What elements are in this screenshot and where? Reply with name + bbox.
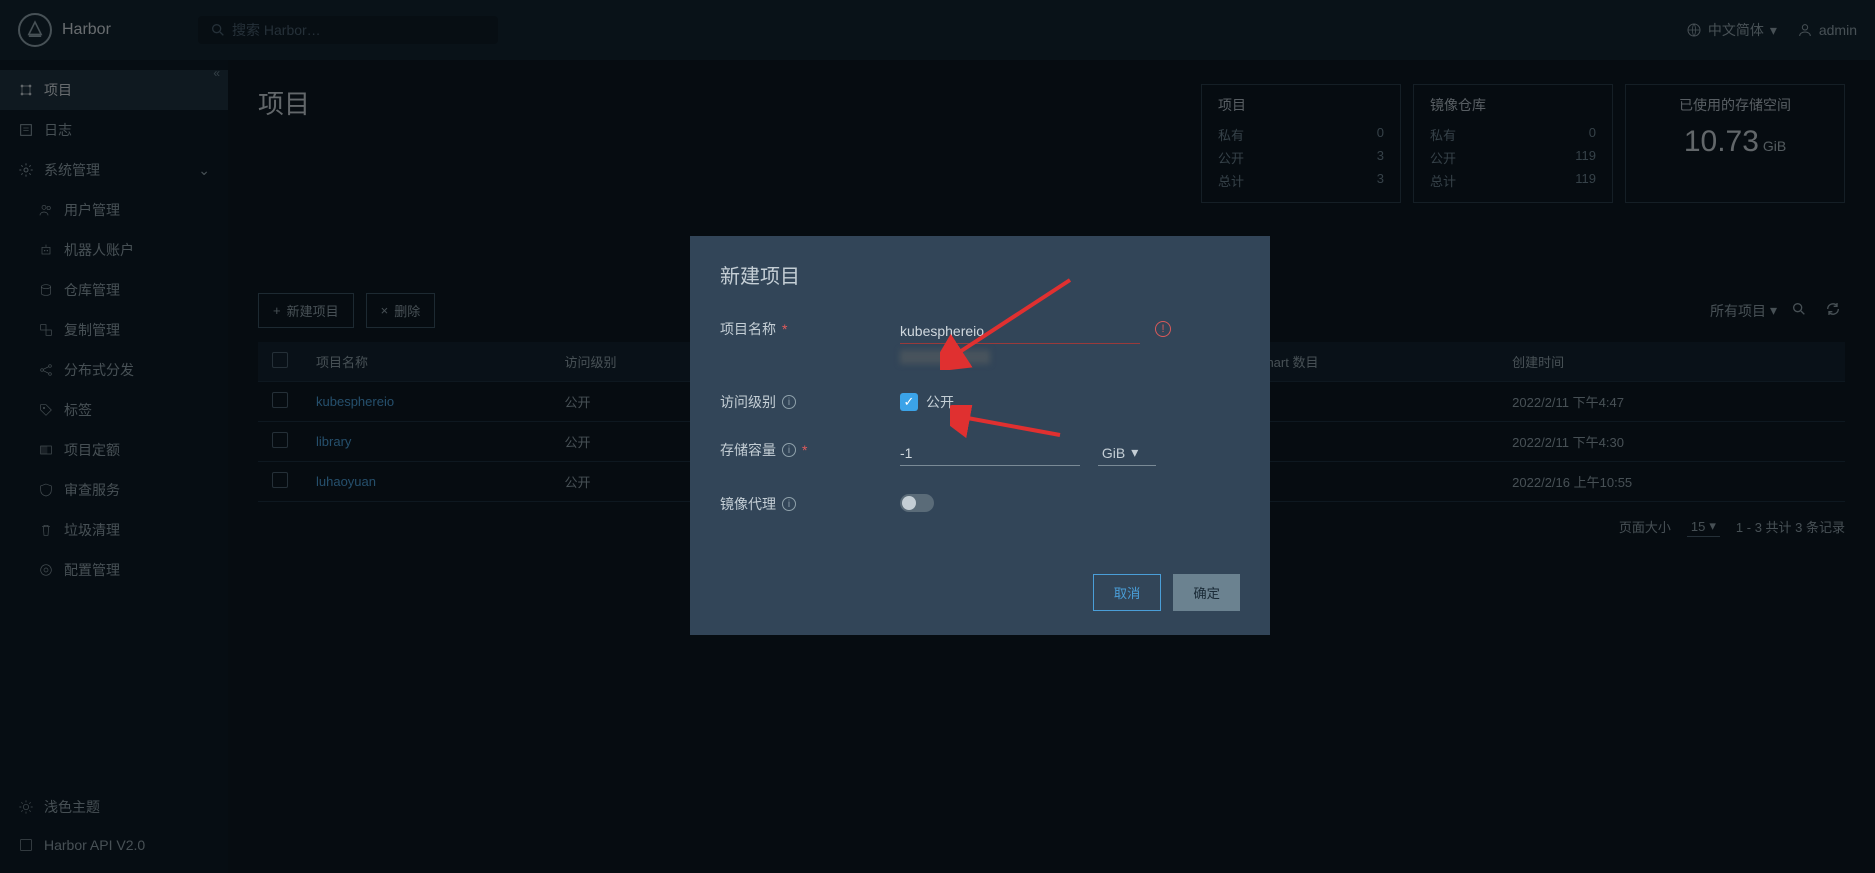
public-checkbox[interactable]: ✓ — [900, 393, 918, 411]
validation-hint — [900, 350, 990, 364]
required-marker: * — [802, 442, 807, 458]
cancel-button[interactable]: 取消 — [1093, 574, 1162, 611]
modal-title: 新建项目 — [720, 260, 1240, 289]
new-project-modal: 新建项目 项目名称 * ! 访问级别 i ✓ 公开 存储容量 i * GiB▾ 镜像代… — [690, 236, 1270, 635]
field-label: 项目名称 — [720, 319, 776, 339]
chevron-down-icon: ▾ — [1131, 444, 1138, 461]
info-icon[interactable]: i — [782, 395, 796, 409]
field-label: 镜像代理 — [720, 494, 776, 514]
info-icon[interactable]: i — [782, 497, 796, 511]
ok-button[interactable]: 确定 — [1173, 574, 1240, 611]
field-label: 访问级别 — [720, 392, 776, 412]
checkbox-label: 公开 — [926, 392, 954, 412]
info-icon[interactable]: i — [782, 443, 796, 457]
quota-input[interactable] — [900, 441, 1080, 466]
proxy-toggle[interactable] — [900, 494, 934, 512]
quota-unit-select[interactable]: GiB▾ — [1098, 440, 1156, 466]
required-marker: * — [782, 321, 787, 337]
field-label: 存储容量 — [720, 440, 776, 460]
error-icon: ! — [1155, 321, 1171, 337]
project-name-input[interactable] — [900, 319, 1140, 344]
